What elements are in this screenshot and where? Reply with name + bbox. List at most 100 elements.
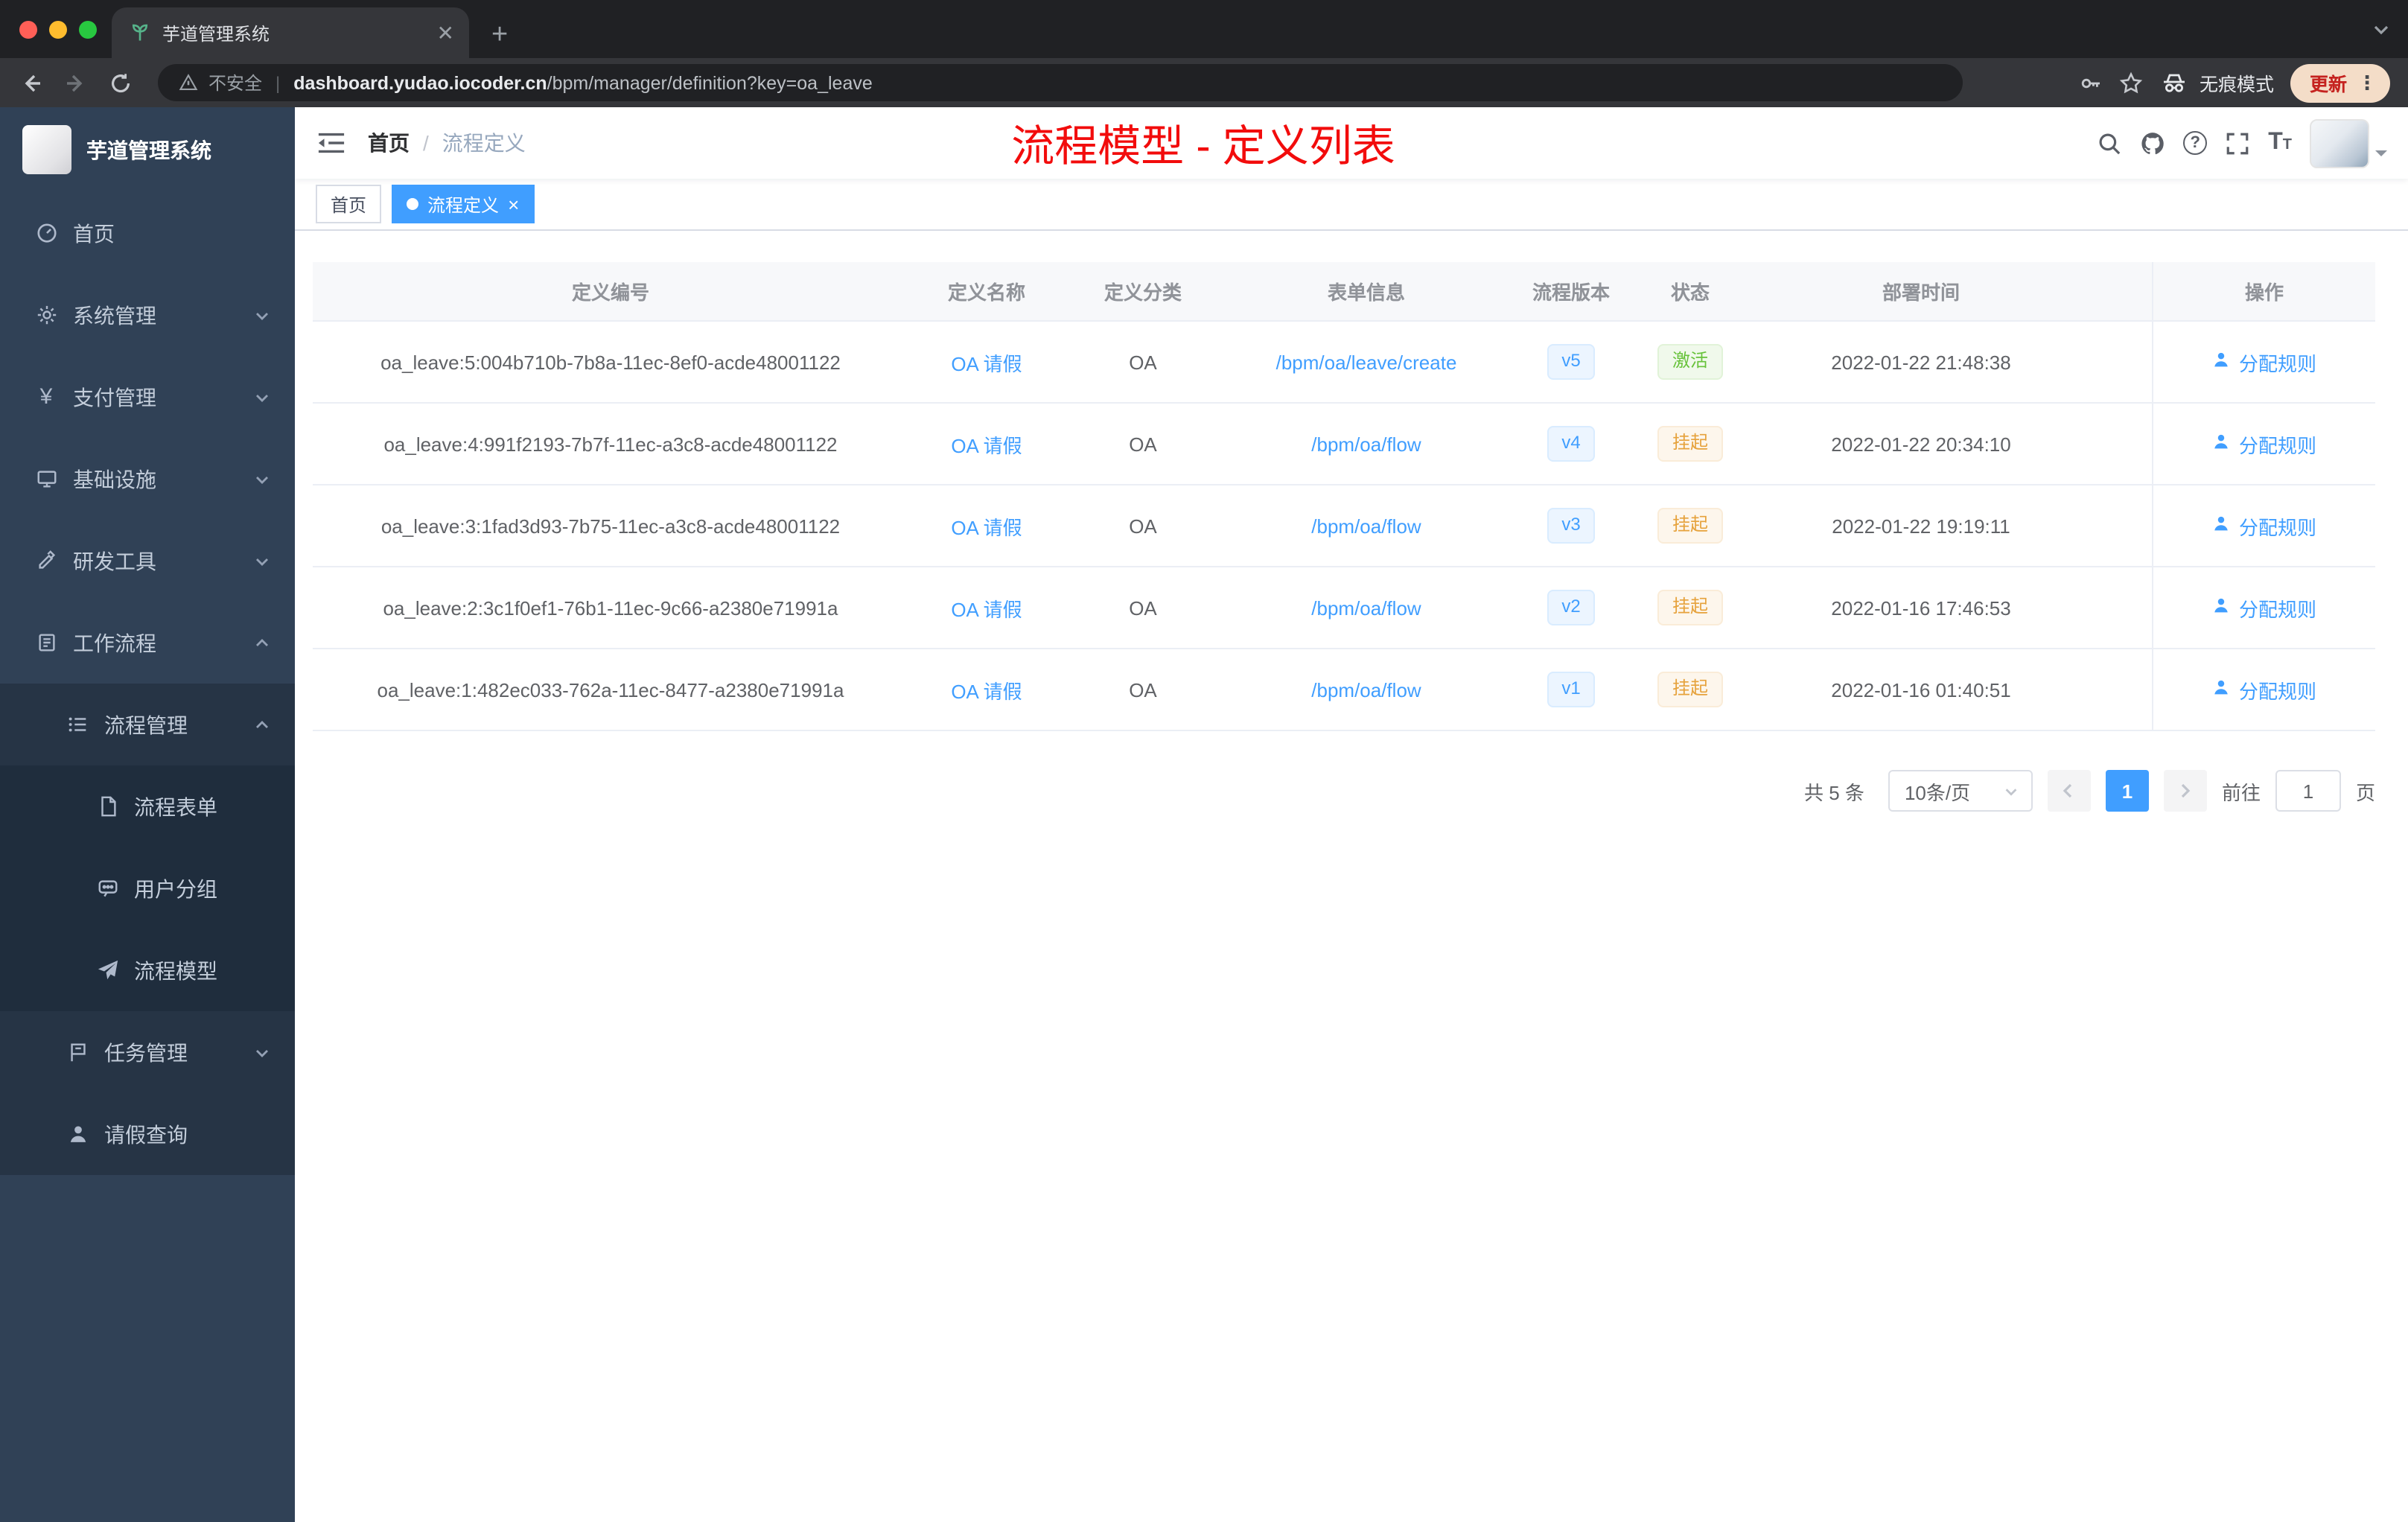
sidebar-item[interactable]: 工作流程 [0, 602, 295, 684]
goto-page-input[interactable] [2275, 770, 2341, 812]
sidebar-item[interactable]: 基础设施 [0, 438, 295, 520]
form-info-link[interactable]: /bpm/oa/flow [1311, 596, 1421, 619]
github-icon[interactable] [2140, 130, 2165, 156]
form-info-link[interactable]: /bpm/oa/flow [1311, 433, 1421, 455]
sidebar-item-label: 支付管理 [73, 385, 156, 409]
maximize-window-button[interactable] [79, 20, 97, 38]
sidebar-item-label: 用户分组 [134, 876, 217, 900]
font-size-icon[interactable]: TT [2268, 130, 2292, 155]
user-menu[interactable] [2310, 118, 2387, 168]
sidebar-item[interactable]: 请假查询 [0, 1093, 295, 1175]
browser-tab[interactable]: 芋道管理系统 ✕ [112, 7, 469, 58]
definition-name-link[interactable]: OA 请假 [951, 593, 1022, 622]
form-info-link[interactable]: /bpm/oa/flow [1311, 515, 1421, 537]
bookmark-star-icon[interactable] [2119, 71, 2143, 95]
incognito-label: 无痕模式 [2199, 74, 2274, 95]
assign-rule-link[interactable]: 分配规则 [2212, 348, 2316, 376]
sidebar-item[interactable]: 流程表单 [0, 765, 295, 847]
tag-active[interactable]: 流程定义 × [392, 185, 535, 223]
goto-label: 前往 [2221, 781, 2261, 803]
address-bar[interactable]: 不安全 | dashboard.yudao.iocoder.cn/bpm/man… [158, 64, 1963, 101]
main-content: 定义编号 定义名称 定义分类 表单信息 流程版本 状态 部署时间 操作 oa_l… [295, 231, 2408, 1522]
definition-name-link[interactable]: OA 请假 [951, 348, 1022, 376]
form-info-link[interactable]: /bpm/oa/leave/create [1276, 351, 1457, 373]
tag-home[interactable]: 首页 [316, 185, 382, 223]
yen-icon: ¥ [39, 384, 53, 410]
status-cell: 挂起 [1631, 649, 1750, 730]
sidebar-item[interactable]: 用户分组 [0, 847, 295, 929]
sidebar-item[interactable]: 流程管理 [0, 684, 295, 765]
incognito-indicator: 无痕模式 [2159, 68, 2274, 98]
next-page-button[interactable] [2163, 770, 2207, 812]
definition-name-link[interactable]: OA 请假 [951, 512, 1022, 540]
hamburger-icon[interactable] [295, 131, 368, 155]
version-badge: v5 [1547, 344, 1596, 380]
definition-name-link[interactable]: OA 请假 [951, 430, 1022, 458]
column-header: 定义编号 [571, 281, 649, 304]
chevron-down-icon [253, 306, 271, 324]
browser-menu-icon[interactable]: ⋮ [2357, 71, 2377, 95]
sidebar-item[interactable]: 任务管理 [0, 1011, 295, 1093]
assign-rule-link[interactable]: 分配规则 [2212, 430, 2316, 458]
sidebar-item[interactable]: 系统管理 [0, 274, 295, 356]
definition-name-link[interactable]: OA 请假 [951, 675, 1022, 704]
page-size-select[interactable]: 10条/页 [1888, 770, 2033, 812]
tab-title: 芋道管理系统 [162, 23, 270, 44]
version-cell: v4 [1512, 404, 1631, 484]
version-badge: v2 [1547, 590, 1596, 625]
status-badge: 挂起 [1657, 426, 1723, 462]
definition-category: OA [1129, 351, 1157, 373]
assign-rule-link[interactable]: 分配规则 [2212, 512, 2316, 540]
action-cell: 分配规则 [2152, 567, 2375, 648]
assign-rule-link[interactable]: 分配规则 [2212, 593, 2316, 622]
form-info-link[interactable]: /bpm/oa/flow [1311, 678, 1421, 701]
prev-page-button[interactable] [2047, 770, 2091, 812]
tag-close-icon[interactable]: × [508, 194, 519, 214]
browser-chrome: 芋道管理系统 ✕ + 不安全 | dashboard.yudao.iocoder… [0, 0, 2408, 107]
reload-icon[interactable] [101, 63, 140, 102]
help-icon[interactable]: ? [2183, 131, 2208, 155]
tab-close-icon[interactable]: ✕ [437, 22, 454, 43]
sidebar-item[interactable]: 研发工具 [0, 520, 295, 602]
page-number-button[interactable]: 1 [2105, 770, 2149, 812]
back-icon[interactable] [12, 63, 51, 102]
forward-icon[interactable] [57, 63, 95, 102]
action-cell: 分配规则 [2152, 322, 2375, 402]
person-icon [66, 1122, 89, 1146]
status-cell: 激活 [1631, 322, 1750, 402]
page-suffix: 页 [2355, 781, 2375, 803]
sidebar-item-label: 任务管理 [104, 1040, 188, 1064]
page-title: 流程模型 - 定义列表 [1011, 124, 1395, 171]
password-key-icon[interactable] [2079, 71, 2103, 95]
minimize-window-button[interactable] [49, 20, 67, 38]
workflow-icon [34, 631, 58, 655]
sidebar-item[interactable]: 流程模型 [0, 929, 295, 1011]
column-header: 状态 [1670, 281, 1710, 304]
status-badge: 挂起 [1657, 672, 1723, 707]
dashboard-icon [34, 221, 58, 245]
version-cell: v5 [1512, 322, 1631, 402]
task-icon [66, 1040, 89, 1064]
form-info-cell: /bpm/oa/flow [1221, 485, 1512, 566]
search-icon[interactable] [2097, 130, 2122, 156]
fullscreen-icon[interactable] [2225, 130, 2250, 156]
sidebar-item[interactable]: ¥ 支付管理 [0, 356, 295, 438]
sidebar-item-label: 流程模型 [134, 958, 217, 982]
update-chip[interactable]: 更新 ⋮ [2290, 63, 2390, 102]
breadcrumb-home[interactable]: 首页 [368, 128, 410, 158]
sidebar-item[interactable]: 首页 [0, 192, 295, 274]
app-logo[interactable]: 芋道管理系统 [0, 107, 295, 192]
deploy-time: 2022-01-22 19:19:11 [1832, 515, 2010, 537]
sidebar-item-label: 工作流程 [73, 631, 156, 655]
definition-name-cell: OA 请假 [908, 404, 1065, 484]
not-secure-icon[interactable] [179, 73, 198, 92]
definition-name-cell: OA 请假 [908, 649, 1065, 730]
avatar[interactable] [2310, 118, 2369, 168]
tab-search-icon[interactable] [2372, 19, 2390, 46]
person-icon [2212, 514, 2232, 538]
close-window-button[interactable] [19, 20, 37, 38]
column-header: 操作 [2152, 262, 2375, 320]
assign-rule-link[interactable]: 分配规则 [2212, 675, 2316, 704]
definition-id: oa_leave:5:004b710b-7b8a-11ec-8ef0-acde4… [380, 351, 841, 373]
new-tab-button[interactable]: + [491, 21, 508, 49]
